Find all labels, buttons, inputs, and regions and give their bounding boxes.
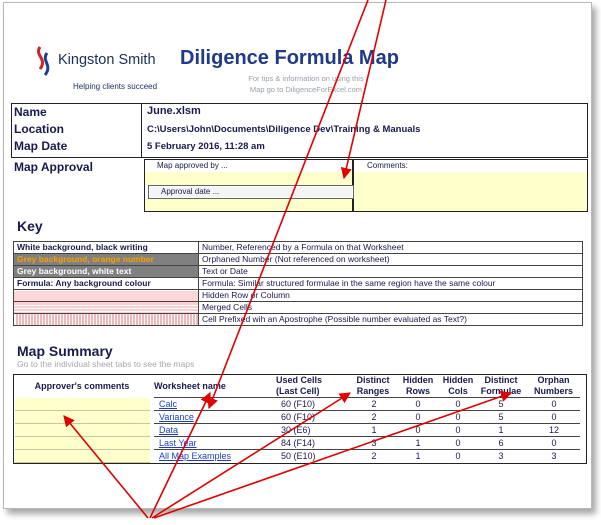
arrow-to-approval-date [207,0,369,410]
annotation-arrows [63,0,513,519]
arrow-to-comments [340,0,387,180]
arrow-to-approver-comments [63,415,149,519]
arrow-to-worksheet-name [149,391,211,519]
arrow-to-distinct-ranges [151,392,351,519]
arrow-to-distinct-formulae [153,391,513,519]
